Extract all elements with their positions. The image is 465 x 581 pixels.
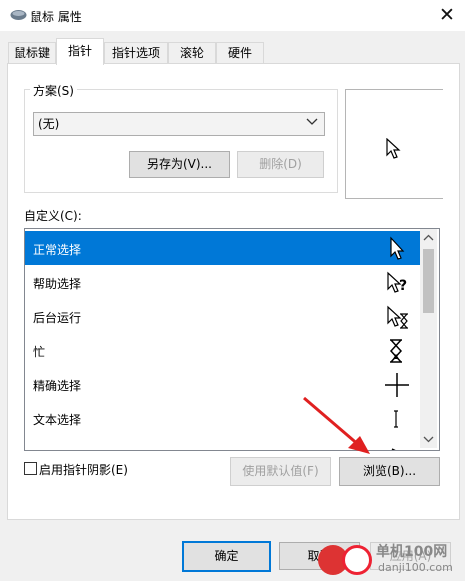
text-cursor-icon: [394, 410, 398, 428]
list-item[interactable]: 正常选择: [25, 231, 421, 265]
tab-label: 硬件: [227, 46, 252, 60]
watermark-url: danji100.com: [378, 561, 453, 574]
window-title: 鼠标 属性: [30, 10, 82, 24]
cursor-preview: [345, 89, 443, 199]
list-item[interactable]: 忙: [25, 333, 421, 367]
tab-pointer-options[interactable]: 指针选项: [104, 42, 168, 64]
close-button[interactable]: ✕: [434, 4, 460, 28]
cursor-list[interactable]: 正常选择 帮助选择 ? 后台运行 忙 精确选择 文本选择: [24, 228, 440, 451]
crosshair-icon: [385, 373, 409, 397]
tab-pointers[interactable]: 指针: [56, 38, 104, 65]
watermark-logo-ring: [342, 545, 372, 575]
scroll-down-icon[interactable]: [420, 432, 437, 446]
list-item-label: 精确选择: [33, 379, 82, 393]
custom-label: 自定义(C):: [24, 209, 82, 223]
normal-select-cursor-icon: [390, 236, 405, 260]
tab-wheel[interactable]: 滚轮: [168, 42, 216, 64]
arrow-cursor-icon: [386, 138, 401, 159]
annotation-arrow-icon: [303, 396, 370, 454]
tab-label: 指针选项: [111, 46, 160, 60]
scheme-label: 方案(S): [30, 82, 77, 99]
tab-hardware[interactable]: 硬件: [216, 42, 264, 64]
tab-label: 滚轮: [179, 46, 204, 60]
save-as-button[interactable]: 另存为(V)...: [129, 151, 230, 178]
hourglass-icon: [389, 339, 403, 363]
list-item-label: 文本选择: [33, 413, 82, 427]
svg-text:?: ?: [399, 278, 407, 294]
scroll-thumb[interactable]: [423, 249, 434, 313]
ok-button[interactable]: 确定: [182, 541, 271, 572]
tab-label: 鼠标键: [13, 46, 50, 60]
chevron-down-icon: [306, 118, 318, 125]
scheme-dropdown-value: (无): [38, 117, 60, 131]
list-item-label: 帮助选择: [33, 277, 82, 291]
list-item-label: 正常选择: [33, 243, 82, 257]
tab-mouse-buttons[interactable]: 鼠标键: [8, 42, 56, 64]
mouse-icon: [10, 10, 27, 20]
shadow-checkbox[interactable]: [24, 462, 37, 475]
working-in-background-cursor-icon: [387, 305, 408, 329]
shadow-checkbox-label[interactable]: 启用指针阴影(E): [39, 461, 128, 478]
scheme-dropdown[interactable]: [33, 112, 325, 136]
tab-label: 指针: [67, 44, 92, 58]
use-default-button[interactable]: 使用默认值(F): [230, 457, 331, 486]
list-item[interactable]: 帮助选择 ?: [25, 265, 421, 299]
watermark-text: 单机100网: [376, 544, 448, 560]
scroll-up-icon[interactable]: [420, 231, 437, 245]
help-select-cursor-icon: ?: [387, 271, 407, 294]
handwriting-cursor-icon: [391, 448, 396, 450]
browse-button[interactable]: 浏览(B)...: [339, 457, 440, 486]
list-item-label: 忙: [33, 345, 46, 359]
delete-scheme-button[interactable]: 删除(D): [237, 151, 324, 178]
list-item-label: 后台运行: [33, 311, 82, 325]
close-icon: ✕: [439, 4, 455, 26]
list-item[interactable]: 后台运行: [25, 299, 421, 333]
